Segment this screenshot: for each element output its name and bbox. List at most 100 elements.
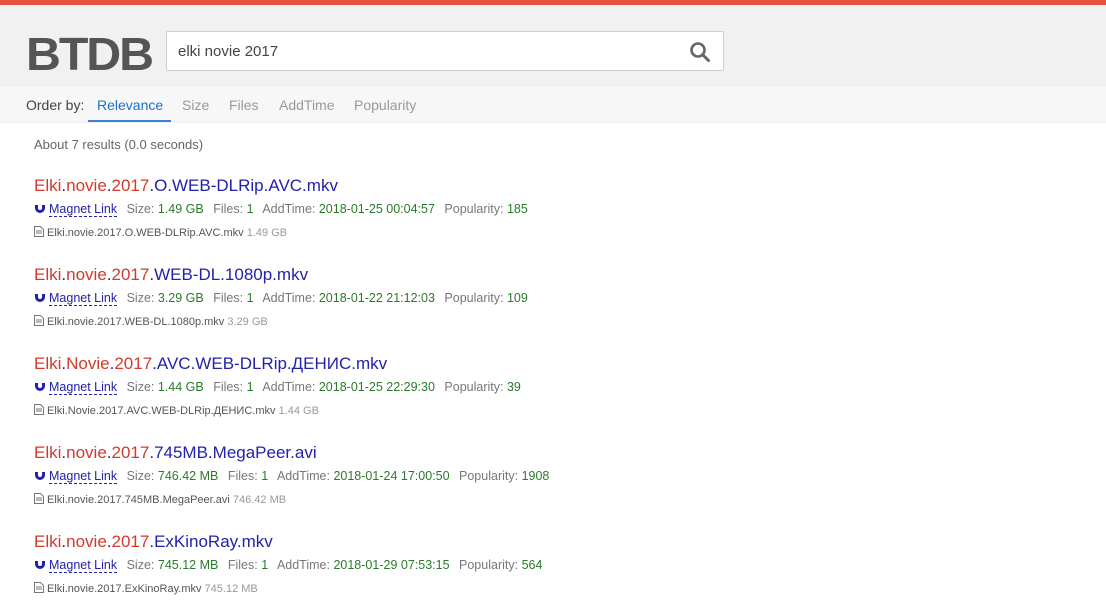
file-entry: Elki.Novie.2017.AVC.WEB-DLRip.ДЕНИС.mkv …: [34, 404, 521, 417]
popularity-value: 109: [506, 291, 528, 305]
result-meta: Magnet Link Size: 746.42 MB Files: 1 Add…: [34, 469, 549, 485]
result-item: Elki.Novie.2017.AVC.WEB-DLRip.ДЕНИС.mkv …: [34, 354, 521, 417]
result-item: Elki.novie.2017.ExKinoRay.mkv Magnet Lin…: [34, 532, 542, 595]
addtime-label: AddTime:: [276, 558, 330, 572]
tab-size[interactable]: Size: [182, 97, 209, 113]
size-label: Size:: [126, 380, 155, 394]
magnet-link[interactable]: Magnet Link: [49, 558, 118, 573]
files-label: Files:: [227, 469, 258, 483]
result-title-link[interactable]: Elki.Novie.2017.AVC.WEB-DLRip.ДЕНИС.mkv: [34, 354, 521, 374]
size-label: Size:: [126, 291, 155, 305]
magnet-icon: [35, 470, 45, 480]
order-bar: Order by: Relevance Size Files AddTime P…: [0, 87, 1106, 123]
svg-text:BTDB: BTDB: [26, 30, 152, 76]
addtime-value: 2018-01-24 17:00:50: [333, 469, 450, 483]
addtime-value: 2018-01-25 00:04:57: [318, 202, 435, 216]
file-entry: Elki.novie.2017.O.WEB-DLRip.AVC.mkv 1.49…: [34, 226, 528, 239]
site-logo[interactable]: BTDB: [26, 30, 152, 76]
file-size: 1.49 GB: [246, 227, 288, 239]
size-value: 3.29 GB: [157, 291, 204, 305]
files-value: 1: [261, 558, 269, 572]
addtime-label: AddTime:: [262, 202, 316, 216]
result-meta: Magnet Link Size: 1.44 GB Files: 1 AddTi…: [34, 380, 521, 396]
tab-popularity[interactable]: Popularity: [354, 97, 416, 113]
size-value: 745.12 MB: [157, 558, 219, 572]
popularity-label: Popularity:: [444, 291, 504, 305]
file-icon: [34, 582, 44, 593]
popularity-value: 564: [521, 558, 543, 572]
tab-addtime[interactable]: AddTime: [279, 97, 335, 113]
active-tab-indicator: [88, 120, 171, 122]
addtime-value: 2018-01-29 07:53:15: [333, 558, 450, 572]
files-value: 1: [246, 202, 254, 216]
file-name: Elki.novie.2017.WEB-DL.1080p.mkv: [47, 316, 225, 328]
addtime-label: AddTime:: [276, 469, 330, 483]
result-item: Elki.novie.2017.745MB.MegaPeer.avi Magne…: [34, 443, 549, 506]
file-name: Elki.Novie.2017.AVC.WEB-DLRip.ДЕНИС.mkv: [47, 405, 276, 417]
files-label: Files:: [213, 380, 244, 394]
size-value: 1.49 GB: [157, 202, 204, 216]
addtime-value: 2018-01-22 21:12:03: [318, 291, 435, 305]
popularity-label: Popularity:: [459, 469, 519, 483]
file-icon: [34, 404, 44, 415]
result-title-link[interactable]: Elki.novie.2017.WEB-DL.1080p.mkv: [34, 265, 528, 285]
popularity-label: Popularity:: [459, 558, 519, 572]
file-entry: Elki.novie.2017.ExKinoRay.mkv 745.12 MB: [34, 582, 542, 595]
result-meta: Magnet Link Size: 745.12 MB Files: 1 Add…: [34, 558, 542, 574]
file-size: 745.12 MB: [204, 583, 258, 595]
size-label: Size:: [126, 202, 155, 216]
popularity-value: 1908: [521, 469, 550, 483]
file-icon: [34, 493, 44, 504]
result-meta: Magnet Link Size: 1.49 GB Files: 1 AddTi…: [34, 202, 528, 218]
size-value: 1.44 GB: [157, 380, 204, 394]
file-name: Elki.novie.2017.O.WEB-DLRip.AVC.mkv: [47, 227, 244, 239]
file-icon: [34, 226, 44, 237]
result-meta: Magnet Link Size: 3.29 GB Files: 1 AddTi…: [34, 291, 528, 307]
magnet-link[interactable]: Magnet Link: [49, 202, 118, 217]
file-name: Elki.novie.2017.ExKinoRay.mkv: [47, 583, 202, 595]
addtime-label: AddTime:: [262, 291, 316, 305]
size-value: 746.42 MB: [157, 469, 219, 483]
search-input[interactable]: [167, 32, 677, 70]
file-size: 1.44 GB: [278, 405, 319, 417]
tab-relevance[interactable]: Relevance: [97, 97, 163, 113]
magnet-link[interactable]: Magnet Link: [49, 380, 118, 395]
files-label: Files:: [227, 558, 258, 572]
file-name: Elki.novie.2017.745MB.MegaPeer.avi: [47, 494, 230, 506]
result-title-link[interactable]: Elki.novie.2017.745MB.MegaPeer.avi: [34, 443, 549, 463]
files-label: Files:: [213, 291, 244, 305]
order-by-label: Order by:: [26, 97, 85, 113]
file-size: 746.42 MB: [232, 494, 287, 506]
magnet-icon: [35, 292, 45, 302]
tab-files[interactable]: Files: [229, 97, 259, 113]
files-value: 1: [246, 291, 254, 305]
magnet-link[interactable]: Magnet Link: [49, 469, 118, 484]
result-title-link[interactable]: Elki.novie.2017.ExKinoRay.mkv: [34, 532, 542, 552]
file-entry: Elki.novie.2017.WEB-DL.1080p.mkv 3.29 GB: [34, 315, 528, 328]
magnet-link[interactable]: Magnet Link: [49, 291, 118, 306]
file-entry: Elki.novie.2017.745MB.MegaPeer.avi 746.4…: [34, 493, 549, 506]
size-label: Size:: [126, 558, 155, 572]
magnet-icon: [35, 559, 45, 569]
result-title-link[interactable]: Elki.novie.2017.O.WEB-DLRip.AVC.mkv: [34, 176, 528, 196]
popularity-value: 39: [506, 380, 521, 394]
result-item: Elki.novie.2017.WEB-DL.1080p.mkv Magnet …: [34, 265, 528, 328]
results-count: About 7 results (0.0 seconds): [34, 137, 204, 152]
files-value: 1: [261, 469, 269, 483]
files-value: 1: [246, 380, 254, 394]
magnet-icon: [35, 381, 45, 391]
search-icon[interactable]: [689, 41, 711, 63]
magnet-icon: [35, 203, 45, 213]
size-label: Size:: [126, 469, 155, 483]
popularity-label: Popularity:: [444, 202, 504, 216]
header: BTDB: [0, 5, 1106, 87]
popularity-label: Popularity:: [444, 380, 504, 394]
files-label: Files:: [213, 202, 244, 216]
popularity-value: 185: [506, 202, 528, 216]
addtime-value: 2018-01-25 22:29:30: [318, 380, 435, 394]
file-size: 3.29 GB: [227, 316, 268, 328]
result-item: Elki.novie.2017.O.WEB-DLRip.AVC.mkv Magn…: [34, 176, 528, 239]
file-icon: [34, 315, 44, 326]
addtime-label: AddTime:: [262, 380, 316, 394]
search-box: [166, 31, 724, 71]
